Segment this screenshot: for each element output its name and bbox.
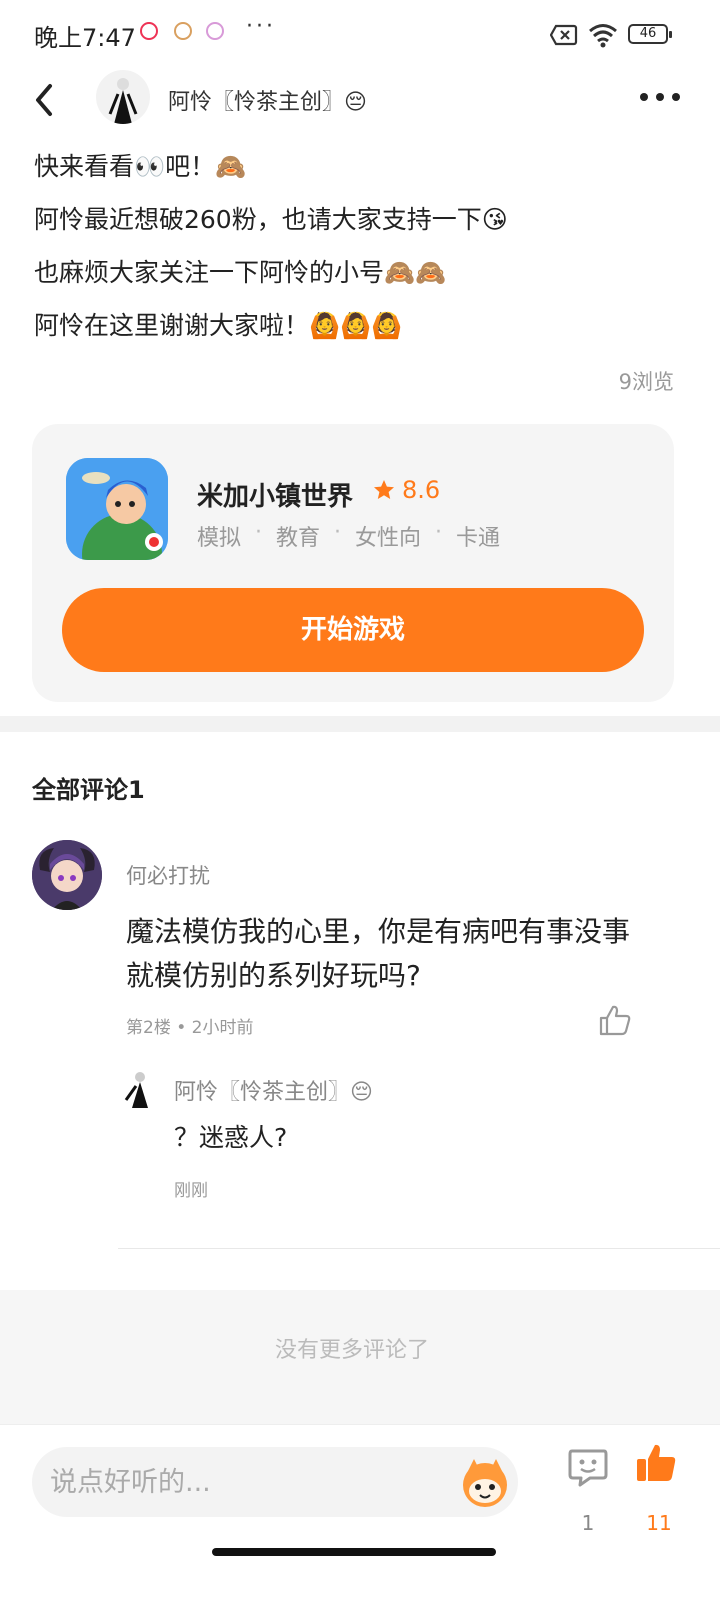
commenter-name[interactable]: 何必打扰 [126,860,210,890]
notification-icon [140,22,158,40]
like-comment-icon[interactable] [598,1004,632,1036]
comment-input-box[interactable] [32,1447,518,1517]
tag-separator: · [334,520,342,545]
like-count: 11 [646,1511,672,1535]
game-icon [66,458,168,560]
comment-input[interactable] [50,1447,450,1517]
like-post-button[interactable]: 11 [634,1441,684,1541]
comment-text: 魔法模仿我的心里，你是有病吧有事没事就模仿别的系列好玩吗? [126,915,631,992]
no-more-comments: 没有更多评论了 [0,1290,720,1424]
no-more-label: 没有更多评论了 [274,1338,429,1363]
notification-icon [206,22,224,40]
post-line: 快来看看👀吧！🙈 [34,152,247,181]
comment-bubble-icon [568,1449,608,1487]
author-avatar[interactable] [96,70,150,124]
comment-divider [118,1248,720,1249]
back-icon[interactable] [28,80,64,120]
view-count: 9浏览 [618,370,674,394]
thumbs-up-icon [637,1444,676,1481]
comment-count: 1 [581,1511,595,1535]
game-tags: 模拟 · 教育 · 女性向 · 卡通 [197,520,500,552]
post-header: 阿怜〖怜茶主创〗😔 [0,70,720,130]
game-title: 米加小镇世界 [197,482,354,512]
status-more-icon: ··· [246,14,276,39]
tag-separator: · [435,520,443,545]
comment-count-button[interactable]: 1 [566,1445,614,1541]
home-indicator[interactable] [212,1548,496,1556]
rating-value: 8.6 [402,476,441,504]
status-bar: 晚上7:47 ··· 46 [0,0,720,70]
status-time: 晚上7:47 [34,24,136,52]
reply-author-avatar[interactable] [122,1070,156,1108]
commenter-avatar[interactable] [32,840,102,910]
comment-meta: 第2楼 • 2小时前 [126,1018,254,1038]
post-line: 阿怜在这里谢谢大家啦！🙆🙆🙆 [34,311,403,340]
star-icon [374,480,394,499]
game-tag: 卡通 [456,526,501,551]
section-divider [0,716,720,732]
post-content: 快来看看👀吧！🙈 阿怜最近想破260粉，也请大家支持一下😘 也麻烦大家关注一下阿… [34,140,694,352]
post-line: 也麻烦大家关注一下阿怜的小号🙈🙈 [34,258,447,287]
game-tag: 模拟 [197,526,242,551]
author-name[interactable]: 阿怜〖怜茶主创〗😔 [168,84,367,116]
reply-time: 刚刚 [174,1181,208,1201]
bottom-action-bar: 1 11 [0,1424,720,1600]
more-options-icon[interactable] [636,82,684,112]
reply-text: ？迷惑人? [174,1123,288,1152]
start-game-button[interactable]: 开始游戏 [62,588,644,672]
mascot-emoji-icon[interactable] [456,1453,514,1511]
wifi-icon [589,24,617,48]
game-tag: 教育 [276,526,321,551]
notification-icon [174,22,192,40]
no-sim-icon [550,24,578,46]
game-tag: 女性向 [355,526,422,551]
post-line: 阿怜最近想破260粉，也请大家支持一下😘 [34,205,508,234]
comments-title: 全部评论1 [32,776,145,804]
game-card[interactable]: 米加小镇世界 8.6 模拟 · 教育 · 女性向 · 卡通 开始游戏 [32,424,674,702]
reply-author-name[interactable]: 阿怜〖怜茶主创〗😔 [174,1074,373,1106]
game-rating: 8.6 [372,476,440,504]
battery-indicator: 46 [628,24,672,44]
tag-separator: · [255,520,263,545]
